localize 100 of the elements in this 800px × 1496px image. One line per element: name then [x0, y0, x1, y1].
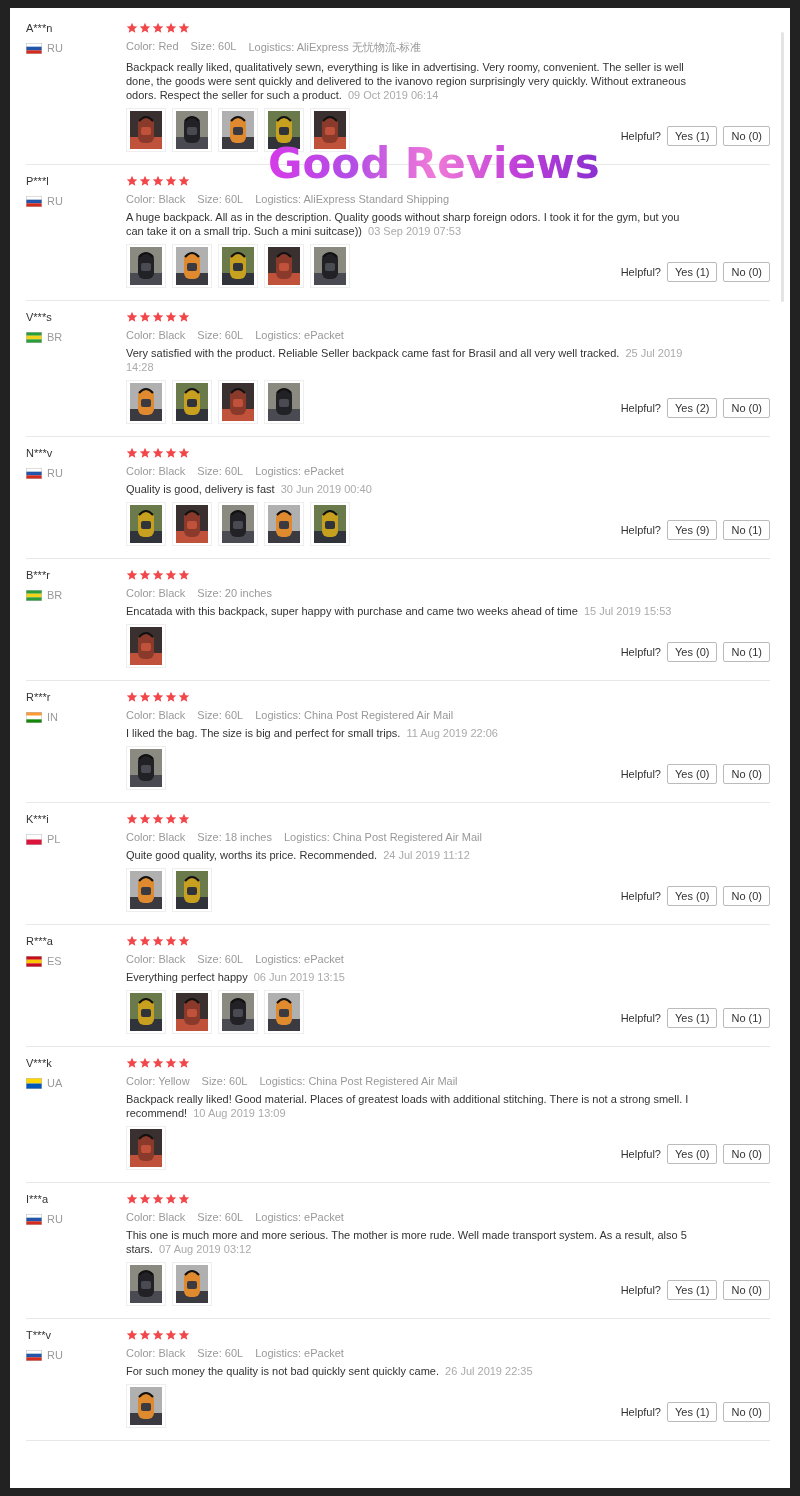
yes-button[interactable]: Yes (1)	[667, 1402, 718, 1422]
review-text: Quite good quality, worths its price. Recommended. 24 Jul 2019 11:12	[126, 848, 471, 862]
flag-icon	[26, 467, 42, 479]
country-code: RU	[47, 195, 63, 207]
reviewer-name: P***l	[26, 175, 50, 187]
yes-button[interactable]: Yes (0)	[667, 764, 718, 784]
order-detail: Color: Black	[126, 193, 186, 205]
yes-button[interactable]: Yes (0)	[667, 1144, 718, 1164]
flag-icon	[26, 955, 42, 967]
order-detail: Logistics: ePacket	[255, 1211, 344, 1223]
order-detail: Color: Black	[126, 1211, 186, 1223]
helpful-label: Helpful?	[620, 890, 661, 902]
review-text: Very satisfied with the product. Reliable Seller backpack came fast for Brasil and all very well tracked. 25 Jul 2019 14:28	[126, 346, 684, 374]
helpful-label: Helpful?	[620, 1406, 661, 1418]
review-text: Everything perfect happy 06 Jun 2019 13:15	[126, 970, 346, 984]
order-detail: Logistics: ePacket	[255, 1347, 344, 1359]
order-detail: Size: 60L	[197, 465, 244, 477]
helpful-label: Helpful?	[620, 266, 661, 278]
helpful-label: Helpful?	[620, 402, 661, 414]
no-button[interactable]: No (0)	[723, 126, 770, 146]
flag-icon	[26, 42, 42, 54]
reviewer-name: R***a	[26, 935, 54, 947]
yes-button[interactable]: Yes (0)	[667, 642, 718, 662]
no-button[interactable]: No (0)	[723, 262, 770, 282]
order-detail: Size: 60L	[197, 329, 244, 341]
reviewer-name: V***k	[26, 1057, 53, 1069]
flag-icon	[26, 833, 42, 845]
flag-icon	[26, 589, 42, 601]
country-code: IN	[47, 711, 58, 723]
review-text: Quality is good, delivery is fast 30 Jun 2019 00:40	[126, 482, 373, 496]
yes-button[interactable]: Yes (2)	[667, 398, 718, 418]
country-code: PL	[47, 833, 61, 845]
order-detail: Color: Red	[126, 40, 179, 54]
helpful-label: Helpful?	[620, 1012, 661, 1024]
order-detail: Logistics: ePacket	[255, 953, 344, 965]
reviewer-name: R***r	[26, 691, 52, 703]
review-text: Backpack really liked! Good material. Places of greatest loads with additional stitching. There is not a strong smell. I recommend! 10 Aug 2019 13:09	[126, 1092, 690, 1120]
order-detail: Size: 60L	[201, 1075, 248, 1087]
reviewer-name: N***v	[26, 447, 54, 459]
order-detail: Size: 18 inches	[197, 831, 272, 843]
review-text: For such money the quality is not bad quickly sent quickly came. 26 Jul 2019 22:35	[126, 1364, 534, 1378]
flag-icon	[26, 711, 42, 723]
flag-icon	[26, 1213, 42, 1225]
order-detail: Size: 60L	[197, 709, 244, 721]
review-text: Encatada with this backpack, super happy with purchase and came two weeks ahead of time 15 Jul 2019 15:53	[126, 604, 673, 618]
order-detail: Color: Black	[126, 1347, 186, 1359]
order-detail: Logistics: AliExpress Standard Shipping	[255, 193, 449, 205]
order-detail: Size: 60L	[190, 40, 237, 54]
yes-button[interactable]: Yes (1)	[667, 126, 718, 146]
order-detail: Logistics: AliExpress 无忧物流-标准	[248, 40, 422, 55]
yes-button[interactable]: Yes (1)	[667, 1008, 718, 1028]
country-code: ES	[47, 955, 62, 967]
yes-button[interactable]: Yes (1)	[667, 1280, 718, 1300]
country-code: RU	[47, 1349, 63, 1361]
helpful-label: Helpful?	[620, 1284, 661, 1296]
no-button[interactable]: No (0)	[723, 1144, 770, 1164]
flag-icon	[26, 331, 42, 343]
order-detail: Size: 60L	[197, 1211, 244, 1223]
no-button[interactable]: No (1)	[723, 642, 770, 662]
order-detail: Color: Black	[126, 953, 186, 965]
review-text: Backpack really liked, qualitatively sewn, everything is like in advertising. Very roomy, convenient. The seller is well done, the goods were sent quickly and delivered to the ivanovo region surprisingly very quickly. Without extraneous odors. Respect the seller for such a product. 09 Oct 2019 06:14	[126, 60, 687, 102]
yes-button[interactable]: Yes (1)	[667, 262, 718, 282]
reviewer-name: A***n	[26, 22, 54, 34]
no-button[interactable]: No (0)	[723, 764, 770, 784]
order-detail: Logistics: China Post Registered Air Mail	[255, 709, 454, 721]
country-code: BR	[47, 331, 63, 343]
no-button[interactable]: No (0)	[723, 398, 770, 418]
no-button[interactable]: No (0)	[723, 1402, 770, 1422]
country-code: BR	[47, 589, 63, 601]
no-button[interactable]: No (0)	[723, 1280, 770, 1300]
order-detail: Color: Black	[126, 329, 186, 341]
review-text: This one is much more and more serious. The mother is more rude. Well made transport system. As a result, also 5 stars. 07 Aug 2019 03:12	[126, 1228, 688, 1256]
review-text: I liked the bag. The size is big and perfect for small trips. 11 Aug 2019 22:06	[126, 726, 499, 740]
order-detail: Size: 60L	[197, 193, 244, 205]
no-button[interactable]: No (1)	[723, 520, 770, 540]
order-detail: Color: Black	[126, 709, 186, 721]
order-detail: Color: Yellow	[126, 1075, 190, 1087]
helpful-label: Helpful?	[620, 646, 661, 658]
order-detail: Color: Black	[126, 831, 186, 843]
reviewer-name: V***s	[26, 311, 53, 323]
helpful-label: Helpful?	[620, 130, 661, 142]
yes-button[interactable]: Yes (0)	[667, 886, 718, 906]
order-detail: Color: Black	[126, 587, 186, 599]
review-text: A huge backpack. All as in the description. Quality goods without sharp foreign odors. I took it for the gym, but you can take it on a small trip. Such a mini suitcase)) 03 Sep 2019 07:53	[126, 210, 681, 238]
order-detail: Size: 20 inches	[197, 587, 272, 599]
reviewer-name: K***i	[26, 813, 50, 825]
reviewer-name: B***r	[26, 569, 51, 581]
order-detail: Logistics: China Post Registered Air Mail	[259, 1075, 458, 1087]
order-detail: Logistics: ePacket	[255, 329, 344, 341]
order-detail: Color: Black	[126, 465, 186, 477]
no-button[interactable]: No (1)	[723, 1008, 770, 1028]
country-code: UA	[47, 1077, 63, 1089]
no-button[interactable]: No (0)	[723, 886, 770, 906]
country-code: RU	[47, 1213, 63, 1225]
helpful-label: Helpful?	[620, 524, 661, 536]
order-detail: Logistics: China Post Registered Air Mail	[283, 831, 482, 843]
helpful-label: Helpful?	[620, 1148, 661, 1160]
yes-button[interactable]: Yes (9)	[667, 520, 718, 540]
order-detail: Logistics: ePacket	[255, 465, 344, 477]
order-detail: Size: 60L	[197, 953, 244, 965]
